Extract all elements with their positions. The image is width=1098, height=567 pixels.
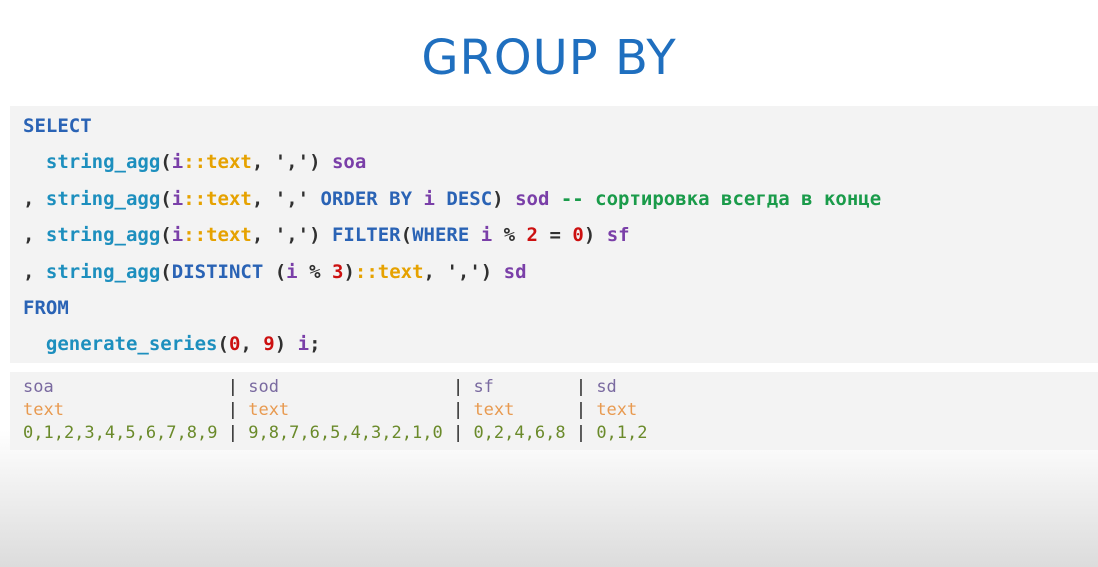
var-i: i [171, 188, 184, 210]
code-line-7: generate_series(0, 9) i; [23, 330, 321, 358]
result-value-row: 0,1,2,3,4,5,6,7,8,9 | 9,8,7,6,5,4,3,2,1,… [23, 422, 648, 444]
keyword-order-by: ORDER BY [320, 188, 413, 210]
operator-eq: = [549, 224, 561, 246]
cast-text: ::text [183, 188, 252, 210]
comma: , [251, 224, 264, 246]
code-line-4: , string_agg(i::text, ',') FILTER(WHERE … [23, 221, 630, 249]
code-line-5: , string_agg(DISTINCT (i % 3)::text, ','… [23, 258, 527, 286]
var-i: i [286, 261, 298, 283]
column-header-sf: sf [473, 377, 494, 397]
operator-mod: % [309, 261, 321, 283]
var-i: i [171, 151, 184, 173]
number-literal: 3 [331, 261, 344, 283]
cell-value-sd: 0,1,2 [596, 423, 648, 443]
paren-close: ) [309, 151, 321, 173]
column-separator: | [227, 400, 238, 420]
code-line-1: SELECT [23, 112, 92, 140]
fn-string-agg: string_agg [45, 261, 161, 283]
var-i: i [480, 224, 493, 246]
cell-value-soa: 0,1,2,3,4,5,6,7,8,9 [23, 423, 218, 443]
cell-value-sf: 0,2,4,6,8 [473, 423, 566, 443]
column-separator: | [452, 423, 464, 443]
keyword-select: SELECT [23, 115, 92, 137]
paren-close: ) [343, 261, 355, 283]
keyword-where: WHERE [412, 224, 470, 246]
column-type: text [248, 400, 290, 420]
alias-sf: sf [606, 224, 630, 246]
leading-comma: , [23, 224, 35, 246]
fn-string-agg: string_agg [45, 188, 161, 210]
number-literal: 2 [526, 224, 538, 246]
query-result-table: soa | sod | sf | sd text | text | text |… [10, 372, 1098, 450]
operator-mod: % [503, 224, 516, 246]
paren-open: ( [274, 261, 287, 283]
column-type: text [23, 400, 64, 420]
cast-text: ::text [183, 151, 252, 173]
leading-comma: , [23, 188, 35, 210]
alias-soa: soa [331, 151, 367, 173]
column-type: text [473, 400, 515, 420]
cast-text: ::text [354, 261, 424, 283]
slide-title: GROUP BY [421, 30, 677, 86]
comma: , [423, 261, 435, 283]
var-i: i [297, 333, 310, 355]
paren-open: ( [400, 224, 413, 246]
column-type: text [596, 400, 638, 420]
column-header-sd: sd [596, 377, 617, 397]
comma: , [251, 188, 264, 210]
keyword-distinct: DISTINCT [171, 261, 264, 283]
code-line-2: string_agg(i::text, ',') soa [23, 148, 366, 176]
column-separator: | [452, 400, 464, 420]
leading-comma: , [23, 261, 35, 283]
fn-string-agg: string_agg [45, 151, 161, 173]
sql-code-block: SELECT string_agg(i::text, ',') soa , st… [10, 106, 1098, 363]
comma: , [240, 333, 252, 355]
keyword-desc: DESC [446, 188, 493, 210]
code-line-6: FROM [23, 294, 69, 322]
alias-sd: sd [503, 261, 527, 283]
column-header-soa: soa [23, 377, 54, 397]
column-separator: | [452, 377, 464, 397]
cast-text: ::text [183, 224, 252, 246]
string-literal: ',' [274, 224, 310, 246]
keyword-from: FROM [23, 297, 69, 319]
paren-close: ) [274, 333, 287, 355]
string-literal: ',' [274, 188, 310, 210]
var-i: i [171, 224, 184, 246]
keyword-filter: FILTER [331, 224, 401, 246]
paren-close: ) [492, 188, 504, 210]
paren-close: ) [309, 224, 321, 246]
column-separator: | [575, 423, 587, 443]
paren-close: ) [583, 224, 596, 246]
column-header-sod: sod [248, 377, 279, 397]
paren-open: ( [160, 224, 172, 246]
column-separator: | [575, 377, 587, 397]
cell-value-sod: 9,8,7,6,5,4,3,2,1,0 [248, 423, 443, 443]
semicolon: ; [309, 333, 321, 355]
code-line-3: , string_agg(i::text, ',' ORDER BY i DES… [23, 185, 881, 213]
var-i: i [423, 188, 435, 210]
paren-open: ( [217, 333, 229, 355]
number-literal: 9 [263, 333, 275, 355]
fn-generate-series: generate_series [45, 333, 218, 355]
fn-string-agg: string_agg [45, 224, 161, 246]
paren-open: ( [160, 261, 172, 283]
result-type-row: text | text | text | text [23, 399, 637, 421]
column-separator: | [575, 400, 587, 420]
number-literal: 0 [572, 224, 584, 246]
column-separator: | [227, 423, 238, 443]
string-literal: ',' [446, 261, 481, 283]
string-literal: ',' [274, 151, 310, 173]
result-header-row: soa | sod | sf | sd [23, 376, 617, 398]
paren-open: ( [160, 151, 172, 173]
paren-open: ( [160, 188, 172, 210]
number-literal: 0 [228, 333, 241, 355]
paren-close: ) [480, 261, 493, 283]
comma: , [251, 151, 264, 173]
column-separator: | [227, 377, 238, 397]
code-comment: -- сортировка всегда в конце [560, 188, 882, 210]
alias-sod: sod [515, 188, 550, 210]
